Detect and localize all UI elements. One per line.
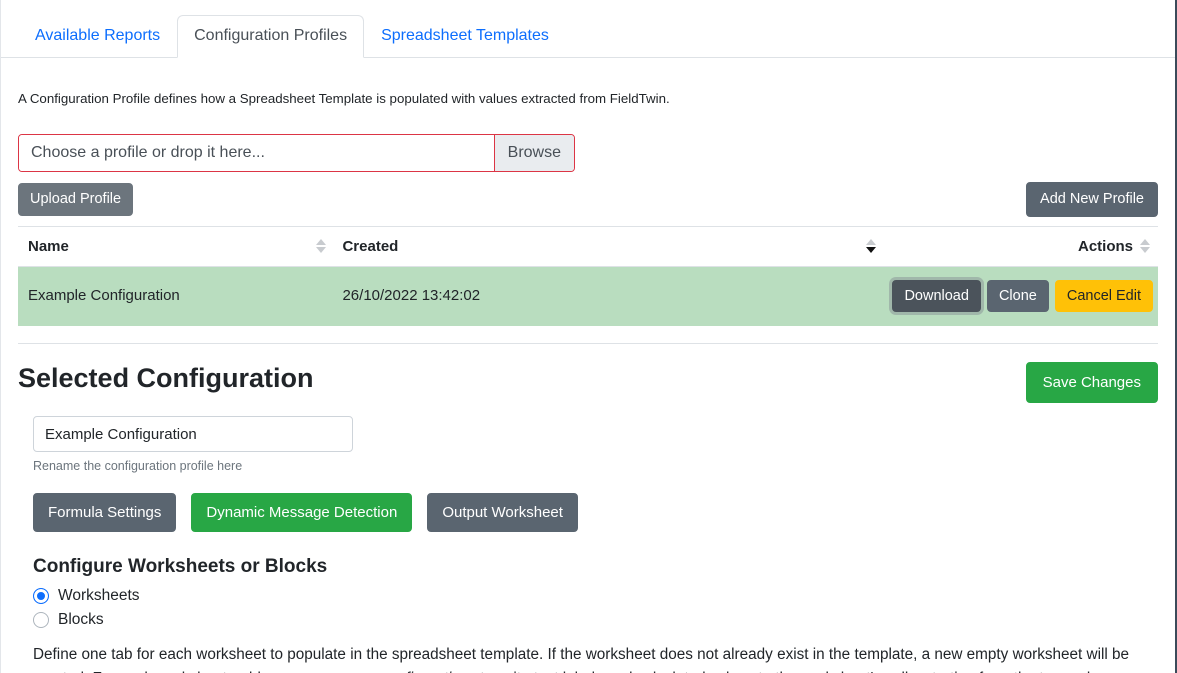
table-body: Example Configuration 26/10/2022 13:42:0…	[18, 266, 1158, 326]
clone-button[interactable]: Clone	[986, 279, 1049, 313]
profiles-table-wrap: Name Created Actions Example Configurati…	[1, 217, 1175, 327]
page-title: Selected Configuration	[18, 363, 314, 394]
intro-description: A Configuration Profile defines how a Sp…	[18, 91, 670, 107]
formula-settings-button[interactable]: Formula Settings	[33, 493, 177, 533]
configure-description: Define one tab for each worksheet to pop…	[33, 643, 1131, 673]
cell-profile-created: 26/10/2022 13:42:02	[334, 266, 885, 326]
cell-profile-actions: Download Clone Cancel Edit	[884, 266, 1158, 326]
profile-upload-row: Choose a profile or drop it here... Brow…	[1, 122, 1175, 173]
column-label-created: Created	[342, 237, 399, 255]
row-actions-group: Download Clone Cancel Edit	[892, 279, 1153, 313]
section-tab-buttons: Formula Settings Dynamic Message Detecti…	[1, 473, 1175, 533]
sort-descending-arrow-icon	[1139, 247, 1150, 254]
profile-file-input[interactable]: Choose a profile or drop it here... Brow…	[18, 134, 575, 173]
table-row[interactable]: Example Configuration 26/10/2022 13:42:0…	[18, 266, 1158, 326]
browse-button[interactable]: Browse	[494, 135, 574, 172]
configuration-name-input[interactable]: Example Configuration	[33, 416, 353, 453]
upload-profile-button[interactable]: Upload Profile	[18, 183, 134, 216]
sort-descending-arrow-icon	[315, 247, 326, 254]
sort-ascending-arrow-icon	[315, 239, 326, 246]
upload-actions-row: Upload Profile Add New Profile	[1, 172, 1175, 217]
radio-blocks-icon[interactable]	[33, 612, 49, 629]
add-new-profile-button[interactable]: Add New Profile	[1026, 182, 1158, 217]
cancel-edit-button[interactable]: Cancel Edit	[1054, 279, 1153, 313]
column-header-created[interactable]: Created	[334, 225, 885, 267]
table-head: Name Created Actions	[18, 225, 1158, 267]
file-placeholder-text[interactable]: Choose a profile or drop it here...	[19, 135, 495, 172]
cell-profile-name: Example Configuration	[18, 266, 335, 326]
page-root: Available Reports Configuration Profiles…	[0, 0, 1177, 673]
profiles-table: Name Created Actions Example Configurati…	[18, 225, 1158, 327]
save-changes-button[interactable]: Save Changes	[1025, 362, 1158, 404]
radio-option-blocks[interactable]: Blocks	[33, 611, 1158, 629]
output-worksheet-button[interactable]: Output Worksheet	[427, 493, 578, 533]
tab-spreadsheet-templates[interactable]: Spreadsheet Templates	[364, 15, 566, 58]
radio-blocks-label: Blocks	[58, 611, 104, 629]
selected-configuration-header: Selected Configuration Save Changes	[1, 344, 1175, 404]
configure-radio-group: Worksheets Blocks	[33, 587, 1158, 629]
sort-icon-created[interactable]	[865, 239, 876, 254]
sort-ascending-arrow-icon	[865, 239, 876, 246]
sort-ascending-arrow-icon	[1139, 239, 1150, 246]
sort-icon-actions[interactable]	[1139, 239, 1150, 254]
radio-worksheets-icon[interactable]	[33, 588, 49, 605]
tab-bar: Available Reports Configuration Profiles…	[1, 0, 1175, 58]
sort-descending-arrow-icon	[865, 247, 876, 254]
radio-option-worksheets[interactable]: Worksheets	[33, 587, 1158, 605]
configuration-name-hint: Rename the configuration profile here	[33, 459, 243, 474]
radio-worksheets-label: Worksheets	[58, 587, 140, 605]
column-header-name[interactable]: Name	[18, 225, 335, 267]
column-label-actions: Actions	[1077, 237, 1133, 255]
download-button[interactable]: Download	[892, 279, 981, 313]
column-label-name: Name	[28, 237, 69, 255]
tab-configuration-profiles[interactable]: Configuration Profiles	[177, 15, 365, 58]
table-header-row: Name Created Actions	[18, 225, 1158, 267]
tab-available-reports[interactable]: Available Reports	[18, 15, 177, 58]
configure-section-title: Configure Worksheets or Blocks	[33, 556, 328, 578]
column-header-actions[interactable]: Actions	[884, 225, 1158, 267]
dynamic-message-detection-button[interactable]: Dynamic Message Detection	[191, 493, 413, 533]
sort-icon-name[interactable]	[315, 239, 326, 254]
configuration-name-value: Example Configuration	[45, 425, 197, 443]
